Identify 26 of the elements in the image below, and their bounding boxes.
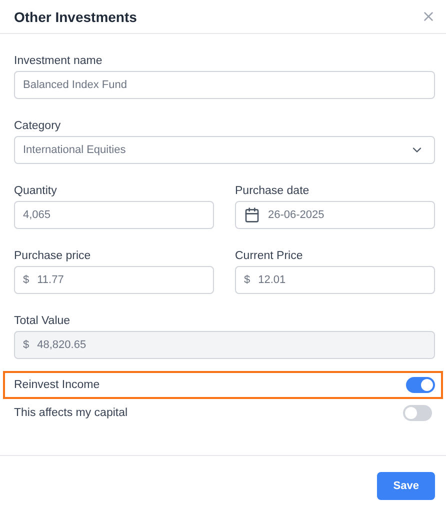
- close-icon: [421, 9, 436, 24]
- field-label: Total Value: [14, 314, 72, 328]
- field-label: Purchase price: [14, 249, 92, 263]
- toggle-switch[interactable]: [403, 405, 432, 421]
- currency-symbol: $: [23, 339, 30, 351]
- input-field: $ 48,820.65: [14, 331, 435, 359]
- toggle-switch[interactable]: [406, 377, 435, 393]
- toggle-label: This affects my capital: [14, 407, 128, 419]
- toggle-label: Reinvest Income: [14, 379, 100, 391]
- save-button[interactable]: Save: [377, 472, 435, 500]
- input-field[interactable]: $ 11.77: [14, 266, 214, 294]
- date-field[interactable]: 26-06-2025: [235, 201, 435, 229]
- field-label: Category: [14, 119, 62, 133]
- input-field[interactable]: Balanced Index Fund: [14, 71, 435, 99]
- field-label: Purchase date: [235, 184, 310, 198]
- currency-symbol: $: [244, 274, 250, 286]
- close-button[interactable]: [421, 9, 436, 24]
- field-label: Investment name: [14, 54, 104, 68]
- category-select[interactable]: International Equities: [14, 136, 435, 164]
- input-field[interactable]: 4,065: [14, 201, 214, 229]
- calendar-icon: [244, 207, 260, 223]
- field-label: Current Price: [235, 249, 304, 263]
- currency-symbol: $: [23, 274, 30, 286]
- field-label: Quantity: [14, 184, 58, 198]
- input-field[interactable]: $ 12.01: [235, 266, 435, 294]
- dialog-title: Other Investments: [14, 8, 137, 24]
